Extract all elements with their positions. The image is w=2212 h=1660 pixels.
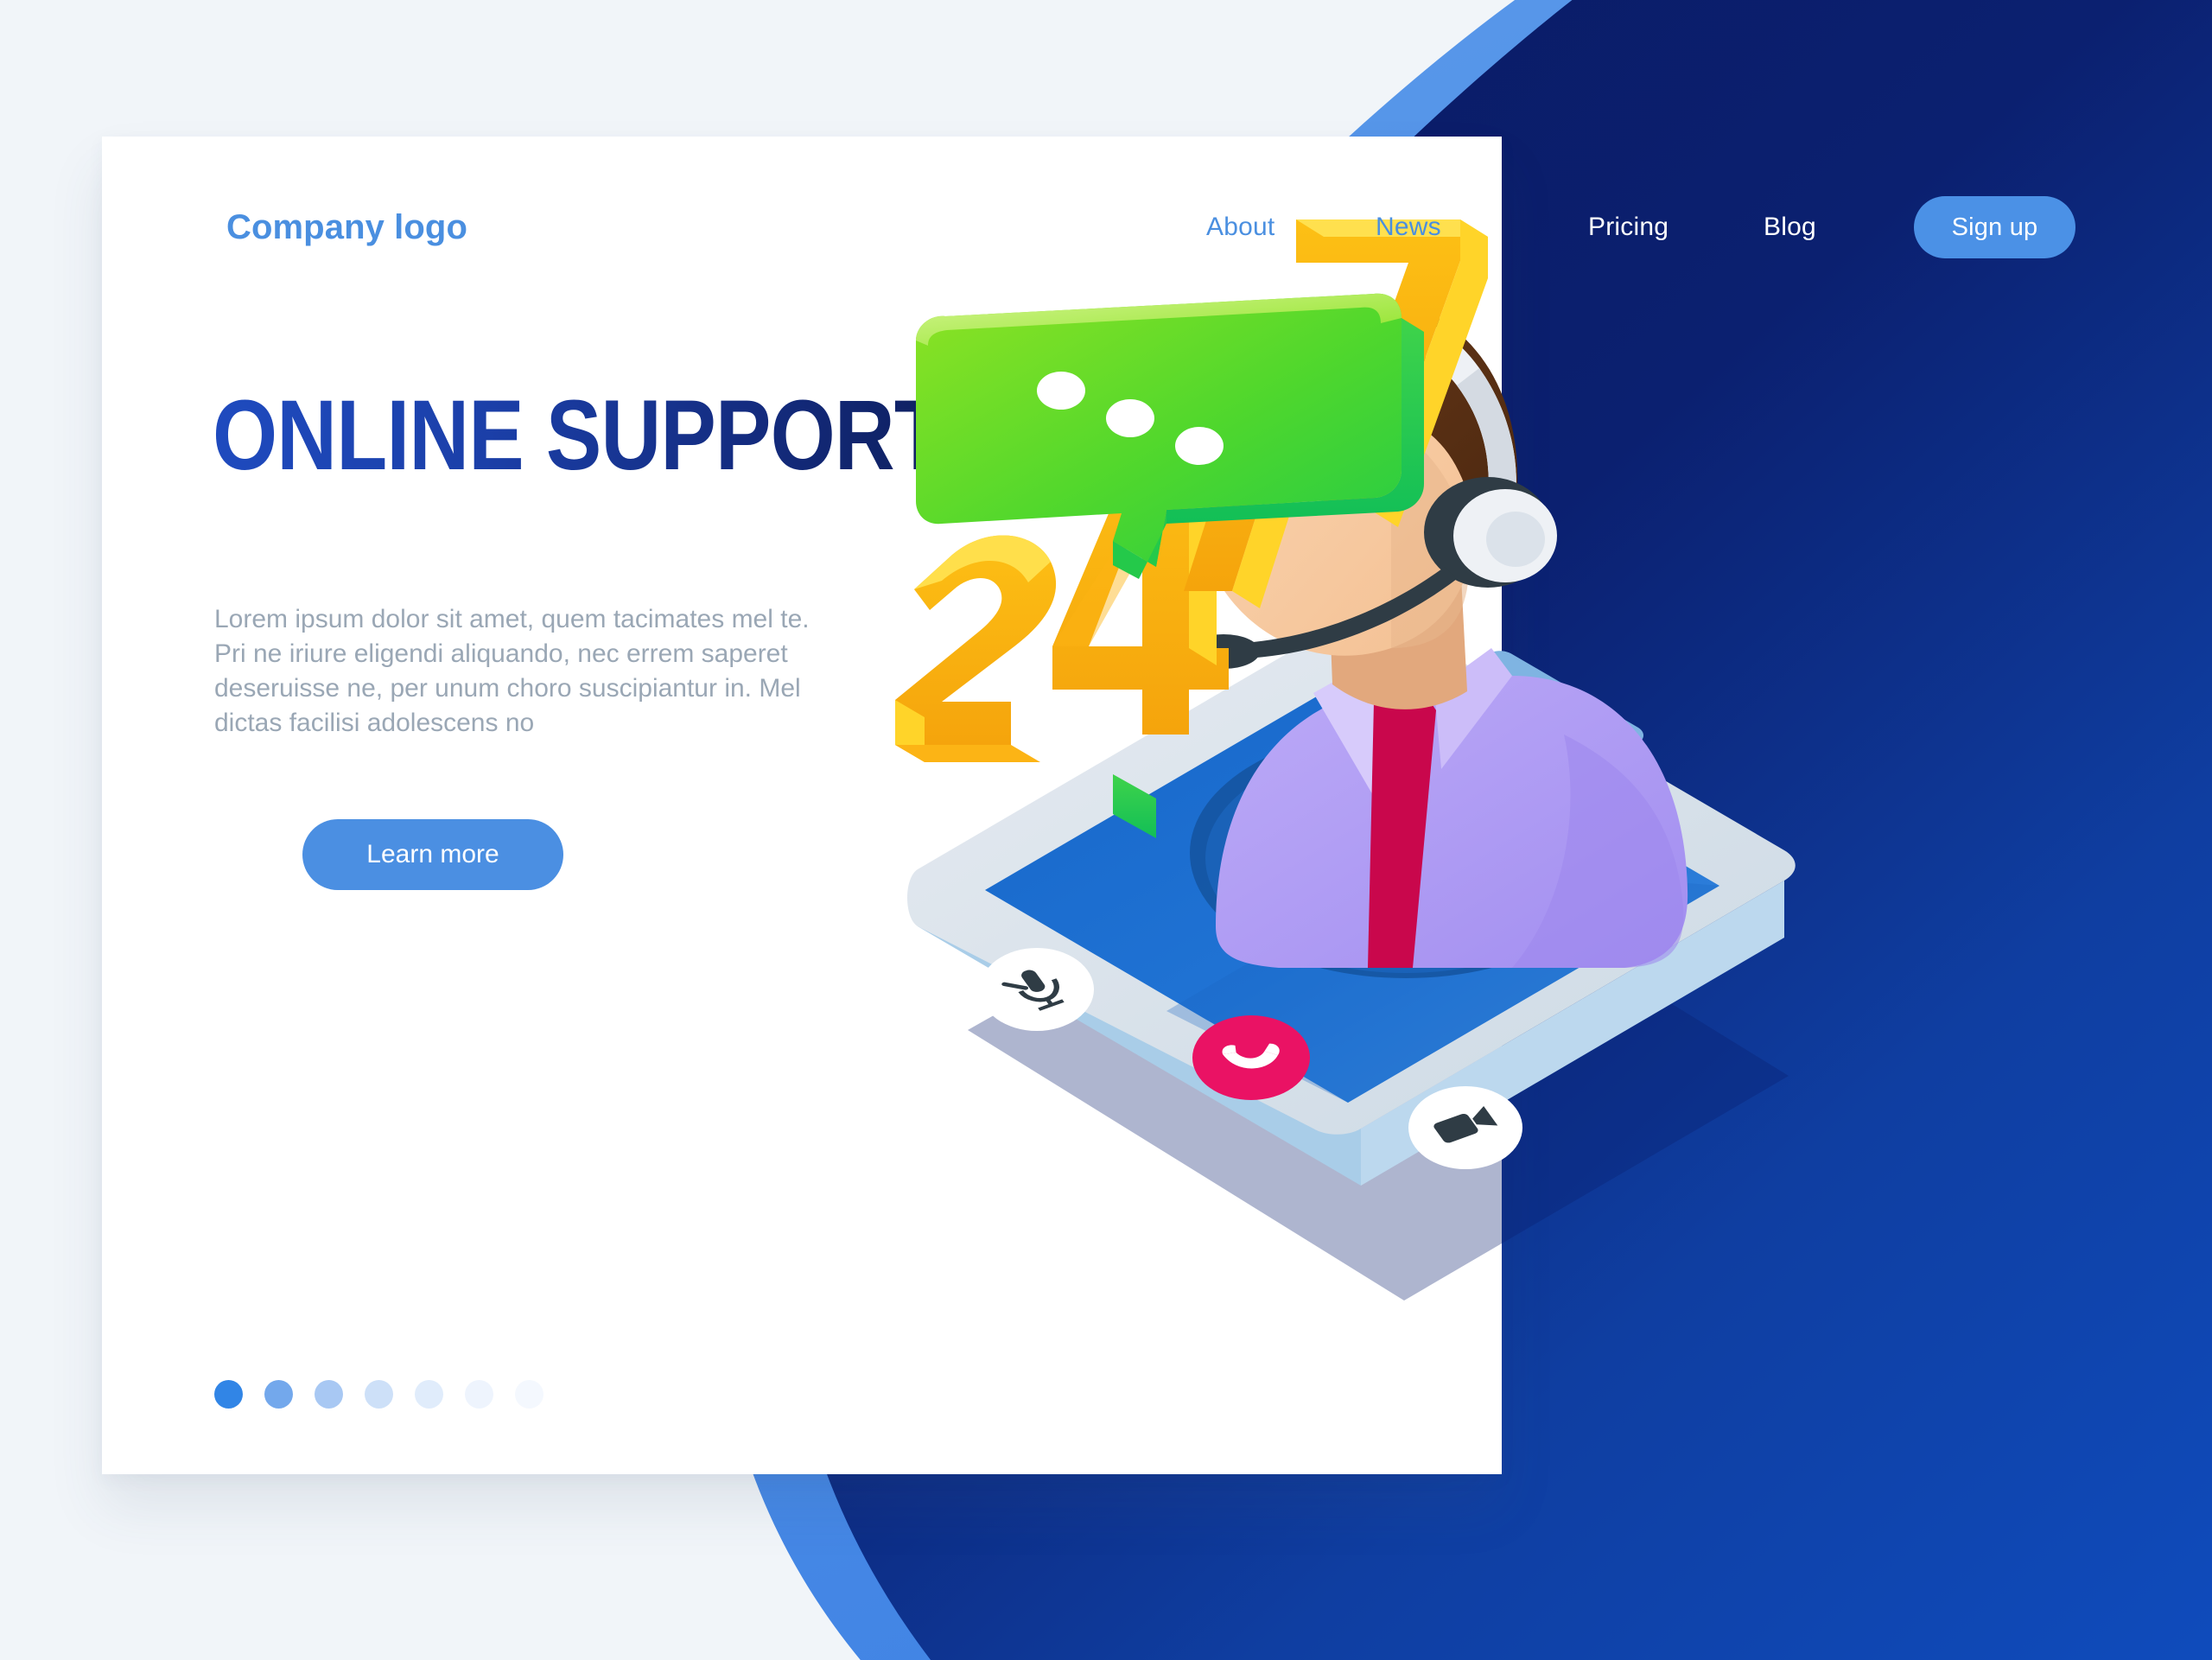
carousel-pagination	[214, 1380, 543, 1409]
nav-link-pricing[interactable]: Pricing	[1588, 200, 1669, 254]
hero-description: Lorem ipsum dolor sit amet, quem tacimat…	[214, 605, 810, 737]
page-title: ONLINE SUPPORT	[213, 380, 945, 491]
pagination-dot[interactable]	[465, 1380, 493, 1409]
hero-card	[102, 137, 1502, 1474]
nav-link-blog[interactable]: Blog	[1764, 200, 1816, 254]
pagination-dot[interactable]	[315, 1380, 343, 1409]
pagination-dot[interactable]	[214, 1380, 243, 1409]
end-call-button[interactable]	[1192, 1015, 1310, 1100]
pagination-dot[interactable]	[415, 1380, 443, 1409]
signup-button[interactable]: Sign up	[1914, 196, 2075, 258]
end-call-circle	[1192, 1015, 1310, 1100]
pagination-dot[interactable]	[365, 1380, 393, 1409]
brand-logo[interactable]: Company logo	[226, 200, 467, 254]
nav-link-about[interactable]: About	[1206, 200, 1274, 254]
navbar: Company logo About News Pricing Blog Sig…	[0, 196, 2212, 278]
learn-more-button[interactable]: Learn more	[302, 819, 563, 890]
pagination-dot[interactable]	[264, 1380, 293, 1409]
mute-microphone-button[interactable]	[980, 948, 1094, 1031]
pagination-dot[interactable]	[515, 1380, 543, 1409]
nav-link-news[interactable]: News	[1376, 200, 1441, 254]
video-call-button[interactable]	[1408, 1086, 1522, 1169]
